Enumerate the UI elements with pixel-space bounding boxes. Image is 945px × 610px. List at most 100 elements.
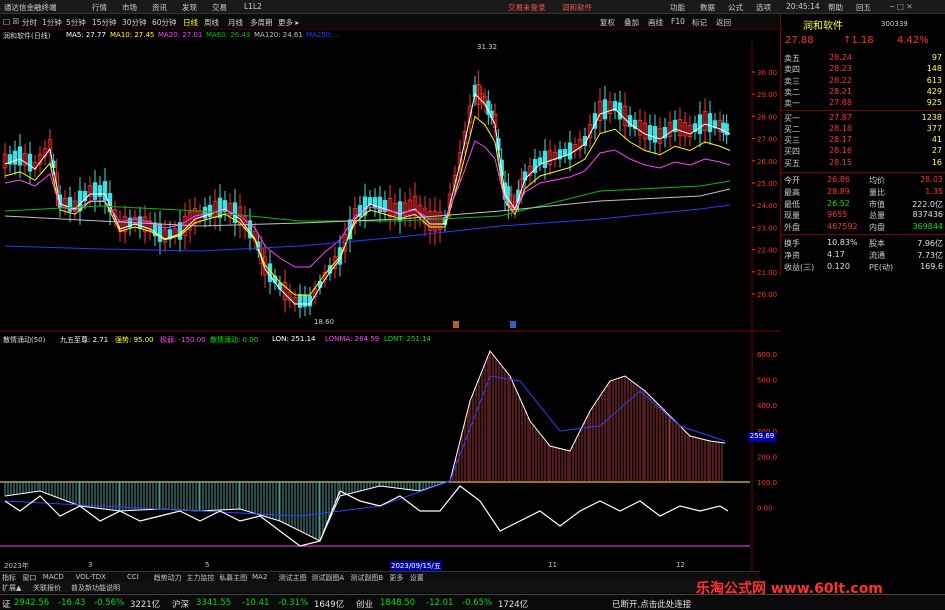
- tab-30min[interactable]: 30分钟: [122, 17, 147, 28]
- fuquan-button[interactable]: 复权: [600, 17, 615, 28]
- candle-body: [397, 201, 403, 221]
- ma250-label: MA250:...: [306, 31, 340, 39]
- indicator-tab[interactable]: CCI: [127, 573, 139, 581]
- price-pct: 4.42%: [897, 35, 929, 46]
- tab-monthly[interactable]: 月线: [228, 17, 243, 28]
- overlay-button[interactable]: 叠加: [624, 17, 639, 28]
- quote-label: 外盘: [784, 223, 800, 233]
- quote-label: 换手: [784, 239, 800, 248]
- quote-label: 均价: [869, 176, 885, 185]
- high-annotation: 31.32: [477, 43, 497, 51]
- ind-tick-label: 100.0: [757, 479, 777, 487]
- lon-line: [4, 350, 726, 542]
- menu-item-discover[interactable]: 发现: [182, 2, 197, 13]
- quote-value: 9655: [827, 210, 848, 220]
- status-item[interactable]: 已断开,点击此处连接: [612, 598, 691, 610]
- order-volume: 925: [926, 98, 942, 108]
- candle-body: [297, 294, 303, 308]
- date-axis: 2023年 3 5 2023/09/15/五 11 12: [0, 561, 752, 571]
- extension-tab[interactable]: 普及新功能说明: [71, 583, 120, 593]
- ind-jwzs: 九五至尊: 2.71: [60, 336, 109, 344]
- status-item: -0.65%: [462, 598, 493, 608]
- candle-body: [602, 99, 608, 120]
- trade-login-link[interactable]: 交易未登录: [508, 2, 546, 13]
- price-tick-label: 22.00: [757, 247, 777, 255]
- order-price: 28.16: [829, 146, 852, 156]
- menu-item-news[interactable]: 资讯: [152, 2, 167, 13]
- tab-15min[interactable]: 15分钟: [92, 17, 117, 28]
- order-price: 28.23: [829, 64, 852, 74]
- status-item: -0.31%: [278, 598, 309, 608]
- quote-label: 收益(三): [784, 262, 815, 272]
- app-title: 通达信金融终端: [4, 3, 57, 12]
- order-volume: 27: [931, 146, 942, 156]
- toolbar-icons[interactable]: □ ☒: [3, 17, 19, 26]
- help-button[interactable]: 帮助: [828, 2, 843, 13]
- status-item: 1848.50: [380, 598, 416, 608]
- menu-item-l1l2[interactable]: L1L2: [244, 2, 262, 11]
- order-book-row: 买三 28.17 41: [781, 134, 945, 146]
- price-tick-label: 23.00: [757, 224, 777, 232]
- tab-5min[interactable]: 5分钟: [66, 17, 86, 28]
- status-item: -0.56%: [94, 598, 125, 608]
- tab-1min[interactable]: 1分钟: [42, 17, 62, 28]
- ma20-label: MA20: 27.01: [158, 31, 203, 39]
- date-m3: 11: [548, 561, 557, 569]
- return-button[interactable]: 回五: [856, 2, 871, 13]
- ind-tick-label: 200.0: [757, 453, 777, 461]
- status-item: -10.41: [242, 598, 270, 608]
- candle-body: [707, 113, 713, 133]
- stock-link[interactable]: 润和软件: [562, 2, 592, 13]
- ind-tick-label: 0.00: [757, 505, 773, 513]
- indicator-tab[interactable]: MACD: [43, 573, 64, 581]
- order-price: 28.18: [829, 123, 852, 133]
- tab-weekly[interactable]: 周线: [204, 17, 219, 28]
- order-volume: 41: [931, 135, 942, 145]
- tab-daily[interactable]: 日线: [183, 17, 198, 28]
- date-m2: 5: [205, 561, 210, 569]
- order-book-row: 卖四 28.23 148: [781, 63, 945, 75]
- order-book-row: 卖三 28.22 613: [781, 75, 945, 87]
- tab-intraday[interactable]: 分时: [22, 17, 37, 28]
- event-marker-icon: [510, 321, 516, 328]
- menu-item-function[interactable]: 功能: [670, 2, 685, 13]
- quote-row: 最高 28.89 量比 1.35: [781, 186, 945, 198]
- menu-item-formula[interactable]: 公式: [728, 2, 743, 13]
- menu-item-shichang[interactable]: 市场: [122, 2, 137, 13]
- indicator-tabs: 指标 窗口 MACD VOL-TDX CCI 趋势动力 主力监控 私募主图 MA2 测试主图 测试副…: [0, 571, 760, 582]
- price-tick-label: 20.00: [757, 291, 777, 299]
- mark-button[interactable]: 标记: [692, 17, 707, 28]
- order-book-row: 买五 28.15 16: [781, 157, 945, 169]
- menu-item-trade[interactable]: 交易: [212, 2, 227, 13]
- order-book-row: 卖五 28.24 97: [781, 52, 945, 64]
- candle-body: [617, 102, 623, 120]
- extension-tab[interactable]: 关联报价: [33, 583, 61, 593]
- menu-item-market[interactable]: 行情: [92, 2, 107, 13]
- quote-label: PE(动): [869, 262, 894, 272]
- tab-more[interactable]: 更多 ▸: [278, 17, 299, 28]
- status-bar: 证 2942.56 -16.43 -0.56% 3221亿 沪深 3341.55 -10.41…: [0, 594, 945, 610]
- menu-item-data[interactable]: 数据: [700, 2, 715, 13]
- ma5-label: MA5: 27.77: [66, 31, 106, 39]
- tab-multi-period[interactable]: 多周期: [250, 17, 273, 28]
- ma-lines: [4, 92, 731, 305]
- back-button[interactable]: 返回: [716, 17, 731, 28]
- window-controls-icon[interactable]: ─ □ ✕: [890, 2, 913, 11]
- indicator-tab[interactable]: MA2: [252, 573, 267, 581]
- ind-lont: LONT: 251.14: [384, 335, 431, 343]
- f10-button[interactable]: F10: [671, 17, 685, 26]
- kline-group: [2, 70, 729, 318]
- low-annotation: 18.60: [314, 318, 334, 326]
- stock-name: 润和软件: [803, 21, 843, 32]
- draw-button[interactable]: 画线: [648, 17, 663, 28]
- stock-code: 300339: [881, 20, 908, 28]
- candle-body: [302, 295, 308, 307]
- chart-area[interactable]: 30.0029.0028.0027.0026.0025.0024.0023.00…: [0, 41, 780, 571]
- tab-60min[interactable]: 60分钟: [152, 17, 177, 28]
- quote-label: 最高: [784, 187, 800, 197]
- extension-tabs: 扩展▲ 关联报价 普及新功能说明: [0, 582, 760, 593]
- indicator-tab[interactable]: VOL-TDX: [76, 573, 106, 581]
- candle-body: [647, 125, 653, 141]
- menu-item-options[interactable]: 选项: [756, 2, 771, 13]
- extension-tab[interactable]: 扩展▲: [2, 583, 21, 593]
